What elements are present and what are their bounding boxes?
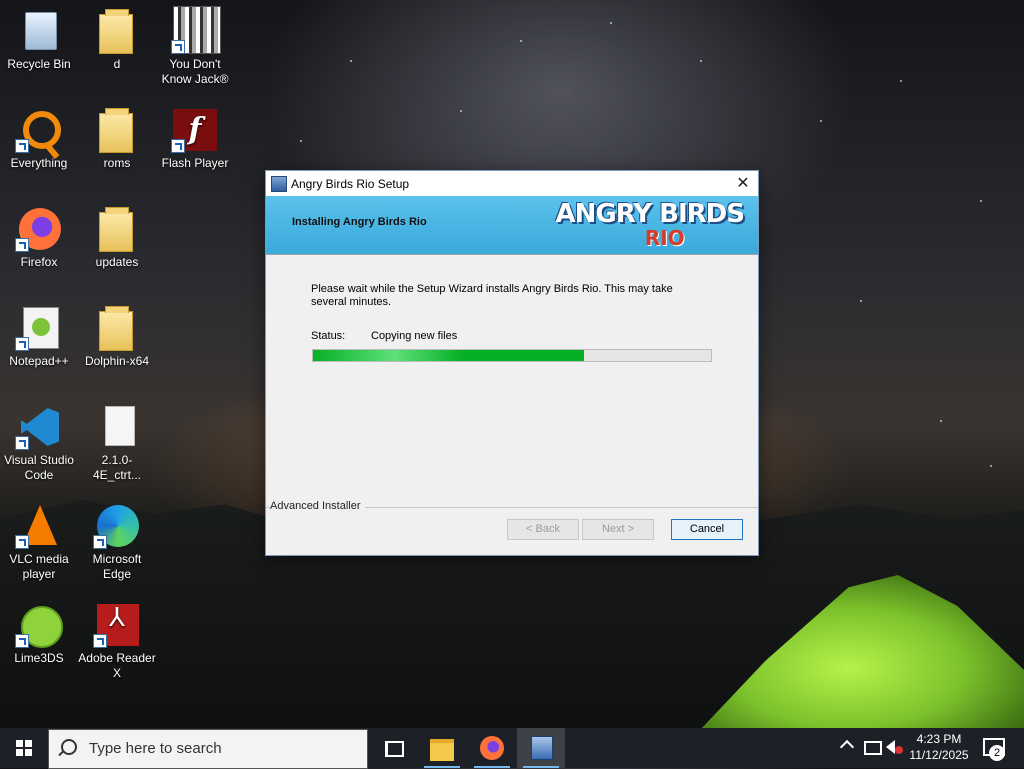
desktop-icon-label: Lime3DS	[14, 651, 64, 665]
task-view-button[interactable]	[368, 728, 416, 768]
desktop-icon-label: d	[113, 57, 121, 71]
dialog-body: Please wait while the Setup Wizard insta…	[266, 254, 758, 510]
taskbar-file-explorer[interactable]	[418, 728, 466, 768]
firefox-icon	[15, 204, 63, 252]
cancel-button[interactable]: Cancel	[671, 519, 743, 540]
taskbar-search-box[interactable]	[48, 729, 368, 769]
desktop-icon-label: VLC media player	[9, 552, 69, 581]
folder-icon	[93, 204, 141, 252]
close-button[interactable]: ✕	[728, 171, 758, 196]
desktop-icon-label: Recycle Bin	[7, 57, 71, 71]
desktop-icon-adobe-reader[interactable]: Adobe Reader X	[78, 600, 156, 681]
chevron-up-icon[interactable]	[839, 739, 855, 755]
status-value: Copying new files	[371, 330, 458, 342]
notification-count-badge: 2	[989, 745, 1005, 761]
folder-icon	[93, 303, 141, 351]
dialog-banner: Installing Angry Birds Rio ANGRY BIRDS R…	[266, 196, 758, 254]
logo-line-1: ANGRY BIRDS	[555, 199, 745, 229]
taskbar-angry-birds-setup[interactable]	[517, 728, 565, 768]
you-dont-know-jack-icon	[171, 6, 221, 54]
desktop-icon-label: roms	[103, 156, 131, 170]
desktop-icon-label: Notepad++	[9, 354, 69, 368]
desktop-icon-label: updates	[95, 255, 139, 269]
folder-icon	[93, 105, 141, 153]
clock-date: 11/12/2025	[909, 748, 969, 762]
desktop-icon-label: 2.1.0-4E_ctrt...	[92, 453, 142, 482]
dialog-titlebar[interactable]: Angry Birds Rio Setup ✕	[266, 171, 758, 196]
dialog-title: Angry Birds Rio Setup	[291, 177, 410, 191]
status-label: Status:	[311, 330, 346, 342]
back-button[interactable]: < Back	[507, 519, 579, 540]
taskbar: 4:23 PM 11/12/2025 2	[0, 728, 1024, 769]
setup-dialog: Angry Birds Rio Setup ✕ Installing Angry…	[265, 170, 759, 556]
flash-player-icon: f	[171, 105, 219, 153]
desktop-icon-lime3ds[interactable]: Lime3DS	[0, 600, 78, 666]
installer-app-icon	[271, 176, 287, 192]
vlc-cone-icon	[15, 501, 63, 549]
angry-birds-rio-logo: ANGRY BIRDS RIO	[555, 199, 745, 250]
clock-time: 4:23 PM	[916, 732, 962, 746]
windows-logo-icon	[16, 740, 32, 756]
desktop-icon-folder-updates[interactable]: updates	[78, 204, 156, 270]
desktop-icon-recycle-bin[interactable]: Recycle Bin	[0, 6, 78, 72]
desktop-icon-file-ctrt[interactable]: 2.1.0-4E_ctrt...	[78, 402, 156, 483]
desktop-icon-firefox[interactable]: Firefox	[0, 204, 78, 270]
recycle-bin-icon	[15, 6, 63, 54]
search-input[interactable]	[87, 739, 351, 758]
firefox-icon	[480, 736, 504, 760]
everything-search-icon	[15, 105, 63, 153]
install-message: Please wait while the Setup Wizard insta…	[311, 283, 673, 308]
desktop-icon-label: Microsoft Edge	[92, 552, 142, 581]
desktop-icon-label: Adobe Reader X	[78, 651, 156, 680]
desktop-icon-vlc[interactable]: VLC media player	[0, 501, 78, 582]
dialog-footer: Advanced Installer < Back Next > Cancel	[266, 500, 758, 554]
blank-file-icon	[93, 402, 141, 450]
next-button[interactable]: Next >	[582, 519, 654, 540]
desktop-icon-label: Everything	[10, 156, 68, 170]
logo-line-2: RIO	[644, 226, 685, 250]
desktop-icon-label: Visual Studio Code	[4, 453, 74, 482]
desktop-icon-folder-dolphin[interactable]: Dolphin-x64	[78, 303, 156, 369]
notepad-plus-plus-icon	[15, 303, 63, 351]
lime3ds-icon	[15, 600, 63, 648]
advanced-installer-brand: Advanced Installer	[270, 500, 365, 512]
mute-indicator-icon	[895, 746, 903, 754]
search-icon	[61, 739, 77, 755]
file-explorer-icon	[430, 739, 454, 761]
vscode-icon	[15, 402, 63, 450]
banner-heading: Installing Angry Birds Rio	[292, 216, 427, 228]
desktop-icon-flash-player[interactable]: f Flash Player	[156, 105, 234, 171]
start-button[interactable]	[0, 728, 48, 768]
desktop-icon-label: You Don't Know Jack®	[161, 57, 229, 86]
desktop-icon-everything[interactable]: Everything	[0, 105, 78, 171]
desktop-icon-you-dont-know-jack[interactable]: You Don't Know Jack®	[156, 6, 234, 87]
desktop-icon-visual-studio-code[interactable]: Visual Studio Code	[0, 402, 78, 483]
taskbar-firefox[interactable]	[468, 728, 516, 768]
adobe-reader-icon	[93, 600, 141, 648]
progress-fill	[313, 350, 584, 361]
desktop-icon-folder-d[interactable]: d	[78, 6, 156, 72]
desktop-icon-microsoft-edge[interactable]: Microsoft Edge	[78, 501, 156, 582]
install-progress-bar	[312, 349, 712, 362]
taskbar-clock[interactable]: 4:23 PM 11/12/2025	[906, 731, 972, 763]
folder-icon	[93, 6, 141, 54]
edge-icon	[93, 501, 141, 549]
desktop-icon-notepad-plus-plus[interactable]: Notepad++	[0, 303, 78, 369]
desktop-icon-label: Firefox	[20, 255, 58, 269]
desktop-icon-label: Dolphin-x64	[84, 354, 150, 368]
installer-icon	[531, 736, 553, 760]
speaker-icon[interactable]	[886, 740, 895, 754]
desktop-icon-folder-roms[interactable]: roms	[78, 105, 156, 171]
network-icon[interactable]	[864, 741, 882, 755]
task-view-icon	[385, 741, 404, 757]
desktop-icon-label: Flash Player	[161, 156, 229, 170]
